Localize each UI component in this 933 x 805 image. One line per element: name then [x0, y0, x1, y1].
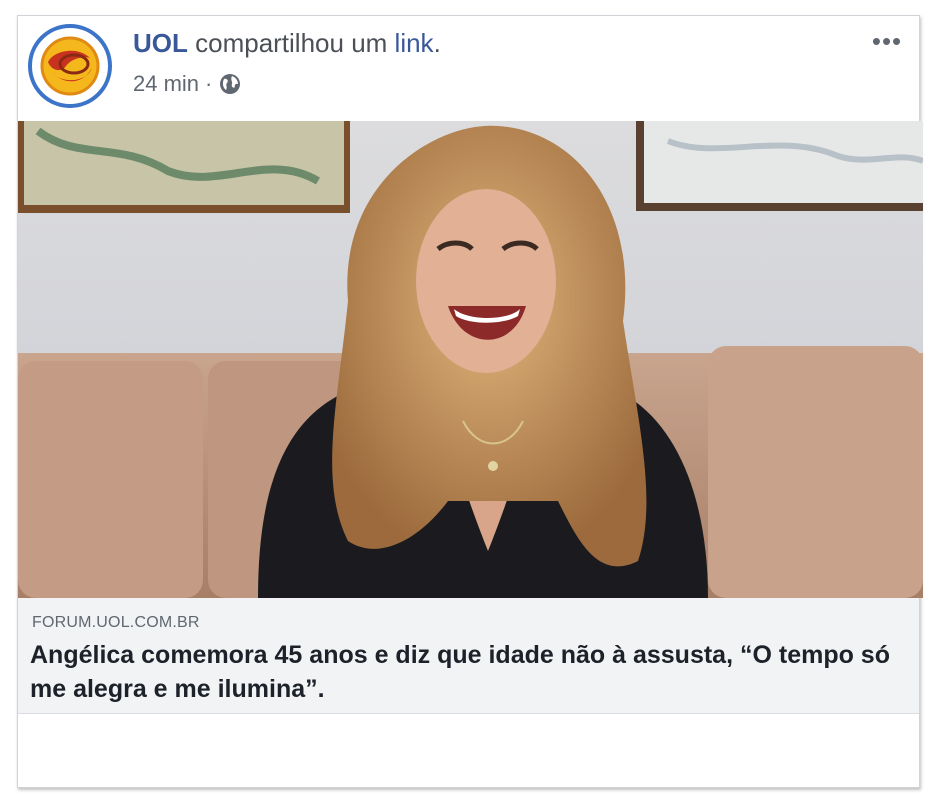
- more-options-button[interactable]: •••: [869, 26, 905, 56]
- post-title: UOL compartilhou um link.: [133, 28, 441, 59]
- link-headline[interactable]: Angélica comemora 45 anos e diz que idad…: [30, 638, 900, 706]
- meta-separator: ·: [205, 71, 213, 96]
- shared-link-word[interactable]: link: [395, 28, 434, 58]
- photo-illustration: [18, 121, 923, 598]
- title-period: .: [433, 28, 441, 58]
- post-meta: 24 min ·: [133, 71, 242, 97]
- link-preview-image[interactable]: [18, 121, 923, 598]
- post-header: UOL compartilhou um link. 24 min · •••: [18, 16, 919, 121]
- uol-logo-icon: [40, 36, 100, 96]
- page-name-link[interactable]: UOL: [133, 28, 188, 58]
- avatar[interactable]: [28, 24, 112, 108]
- globe-icon[interactable]: [218, 72, 242, 96]
- link-domain: FORUM.UOL.COM.BR: [32, 614, 200, 631]
- action-text: compartilhou um: [187, 28, 395, 58]
- post-card: UOL compartilhou um link. 24 min · ••• F…: [17, 15, 923, 788]
- link-preview-caption[interactable]: FORUM.UOL.COM.BR Angélica comemora 45 an…: [18, 598, 919, 714]
- post-timestamp[interactable]: 24 min: [133, 71, 199, 97]
